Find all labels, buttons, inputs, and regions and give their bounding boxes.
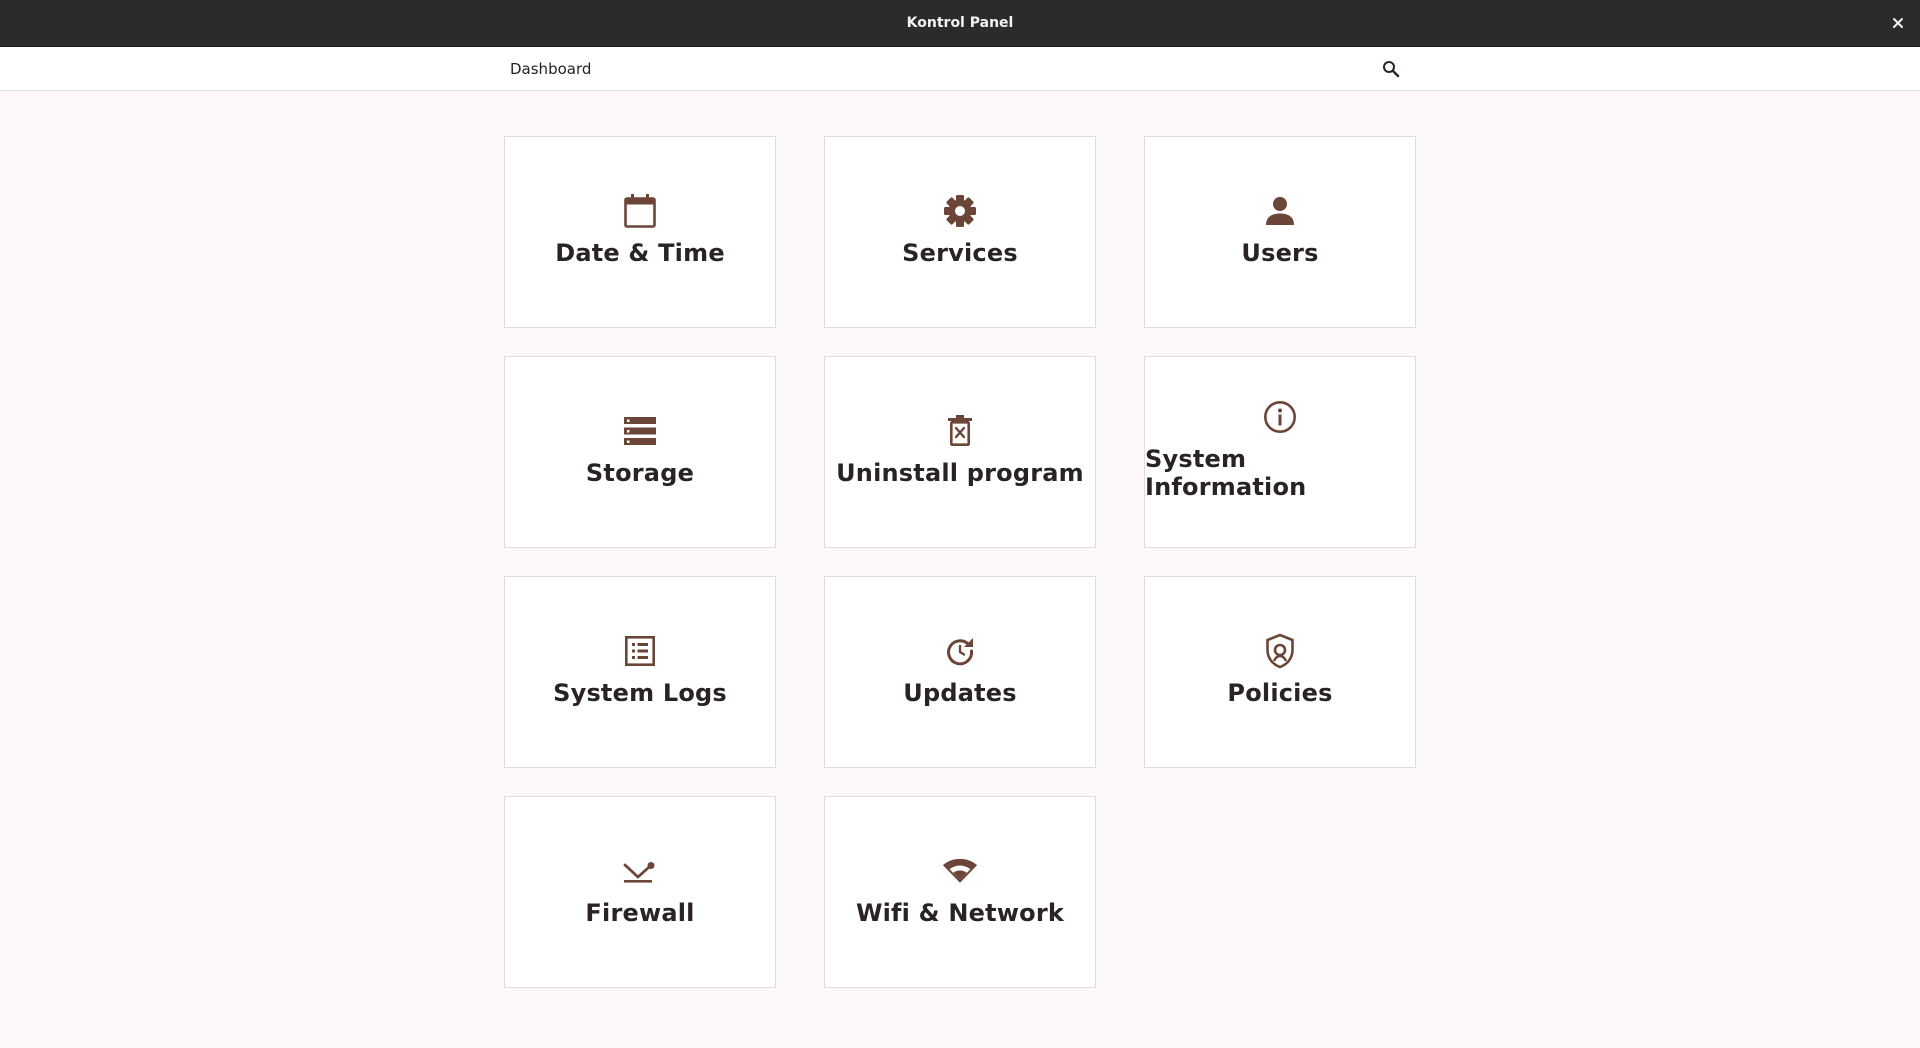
tile-system-logs[interactable]: System Logs [504, 576, 776, 768]
tile-users[interactable]: Users [1144, 136, 1416, 328]
tile-storage[interactable]: Storage [504, 356, 776, 548]
tile-updates[interactable]: Updates [824, 576, 1096, 768]
gear-icon [942, 193, 978, 229]
tile-label: System Information [1145, 445, 1307, 501]
tile-label: Services [902, 239, 1018, 267]
tile-label: System Logs [553, 679, 727, 707]
person-icon [1262, 193, 1298, 229]
title-bar: Kontrol Panel [0, 0, 1920, 47]
close-icon[interactable] [1886, 11, 1910, 35]
firewall-icon [622, 853, 658, 889]
tile-label: Users [1241, 239, 1319, 267]
tile-label: Updates [903, 679, 1017, 707]
tile-firewall[interactable]: Firewall [504, 796, 776, 988]
wifi-icon [942, 853, 978, 889]
list-icon [622, 633, 658, 669]
tile-label: Uninstall program [836, 459, 1084, 487]
tile-wifi-network[interactable]: Wifi & Network [824, 796, 1096, 988]
window-title: Kontrol Panel [906, 15, 1014, 31]
tile-label: Policies [1227, 679, 1333, 707]
trash-icon [942, 413, 978, 449]
tile-services[interactable]: Services [824, 136, 1096, 328]
tile-label: Firewall [585, 899, 695, 927]
tile-date-time[interactable]: Date & Time [504, 136, 776, 328]
calendar-icon [622, 193, 658, 229]
tile-label: Storage [585, 459, 695, 487]
shield-icon [1262, 633, 1298, 669]
breadcrumb[interactable]: Dashboard [510, 47, 591, 91]
dashboard-grid: Date & Time Services Users Storage Unins… [504, 136, 1416, 988]
storage-icon [622, 413, 658, 449]
top-bar: Dashboard [0, 47, 1920, 91]
tile-label: Wifi & Network [855, 899, 1065, 927]
tile-policies[interactable]: Policies [1144, 576, 1416, 768]
tile-uninstall-program[interactable]: Uninstall program [824, 356, 1096, 548]
search-icon[interactable] [1379, 57, 1403, 81]
tile-label: Date & Time [555, 239, 725, 267]
info-icon [1262, 399, 1298, 435]
tile-system-information[interactable]: System Information [1144, 356, 1416, 548]
refresh-icon [942, 633, 978, 669]
